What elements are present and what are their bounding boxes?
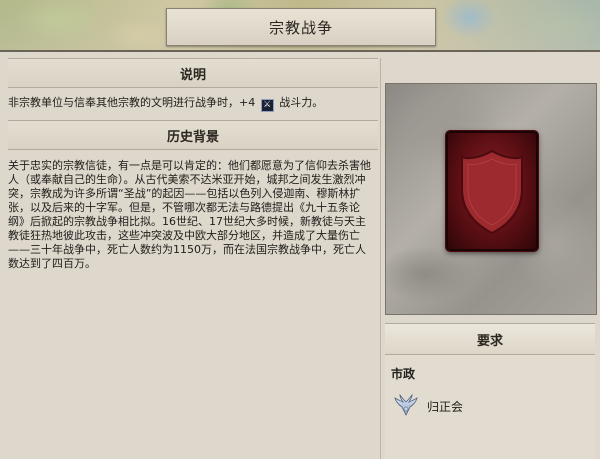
requirement-item-reformed-church[interactable]: 归正会 — [385, 385, 595, 419]
description-header-label: 说明 — [179, 67, 206, 83]
title-plate: 宗教战争 — [166, 8, 436, 46]
history-header: 历史背景 — [8, 120, 378, 150]
left-column: 说明 非宗教单位与信奉其他宗教的文明进行战争时，+4 ⚔ 战斗力。 历史背景 关… — [8, 58, 378, 459]
requirements-header: 要求 — [385, 323, 595, 355]
window-title: 宗教战争 — [268, 18, 333, 37]
requirement-item-label: 归正会 — [427, 399, 464, 414]
combat-strength-icon: ⚔ — [260, 99, 274, 112]
civic-art-background — [385, 83, 597, 315]
shield-icon — [461, 149, 523, 235]
reformed-church-wings-icon — [394, 393, 418, 416]
description-header: 说明 — [8, 58, 378, 88]
requirements-header-label: 要求 — [476, 333, 503, 349]
column-divider — [380, 58, 381, 459]
requirements-category: 市政 — [391, 367, 416, 381]
history-text: 关于忠实的宗教信徒，有一点是可以肯定的：他们都愿意为了信仰去杀害他人（或奉献自己… — [8, 159, 371, 270]
right-column: 要求 市政 归正会 — [385, 83, 597, 459]
civic-card — [446, 131, 538, 251]
requirements-panel: 要求 市政 归正会 — [385, 323, 595, 459]
civic-detail-window: 宗教战争 说明 非宗教单位与信奉其他宗教的文明进行战争时，+4 ⚔ 战斗力。 历… — [0, 0, 600, 459]
description-text: 非宗教单位与信奉其他宗教的文明进行战争时，+4 ⚔ 战斗力。 — [8, 96, 324, 112]
history-header-label: 历史背景 — [166, 129, 219, 145]
